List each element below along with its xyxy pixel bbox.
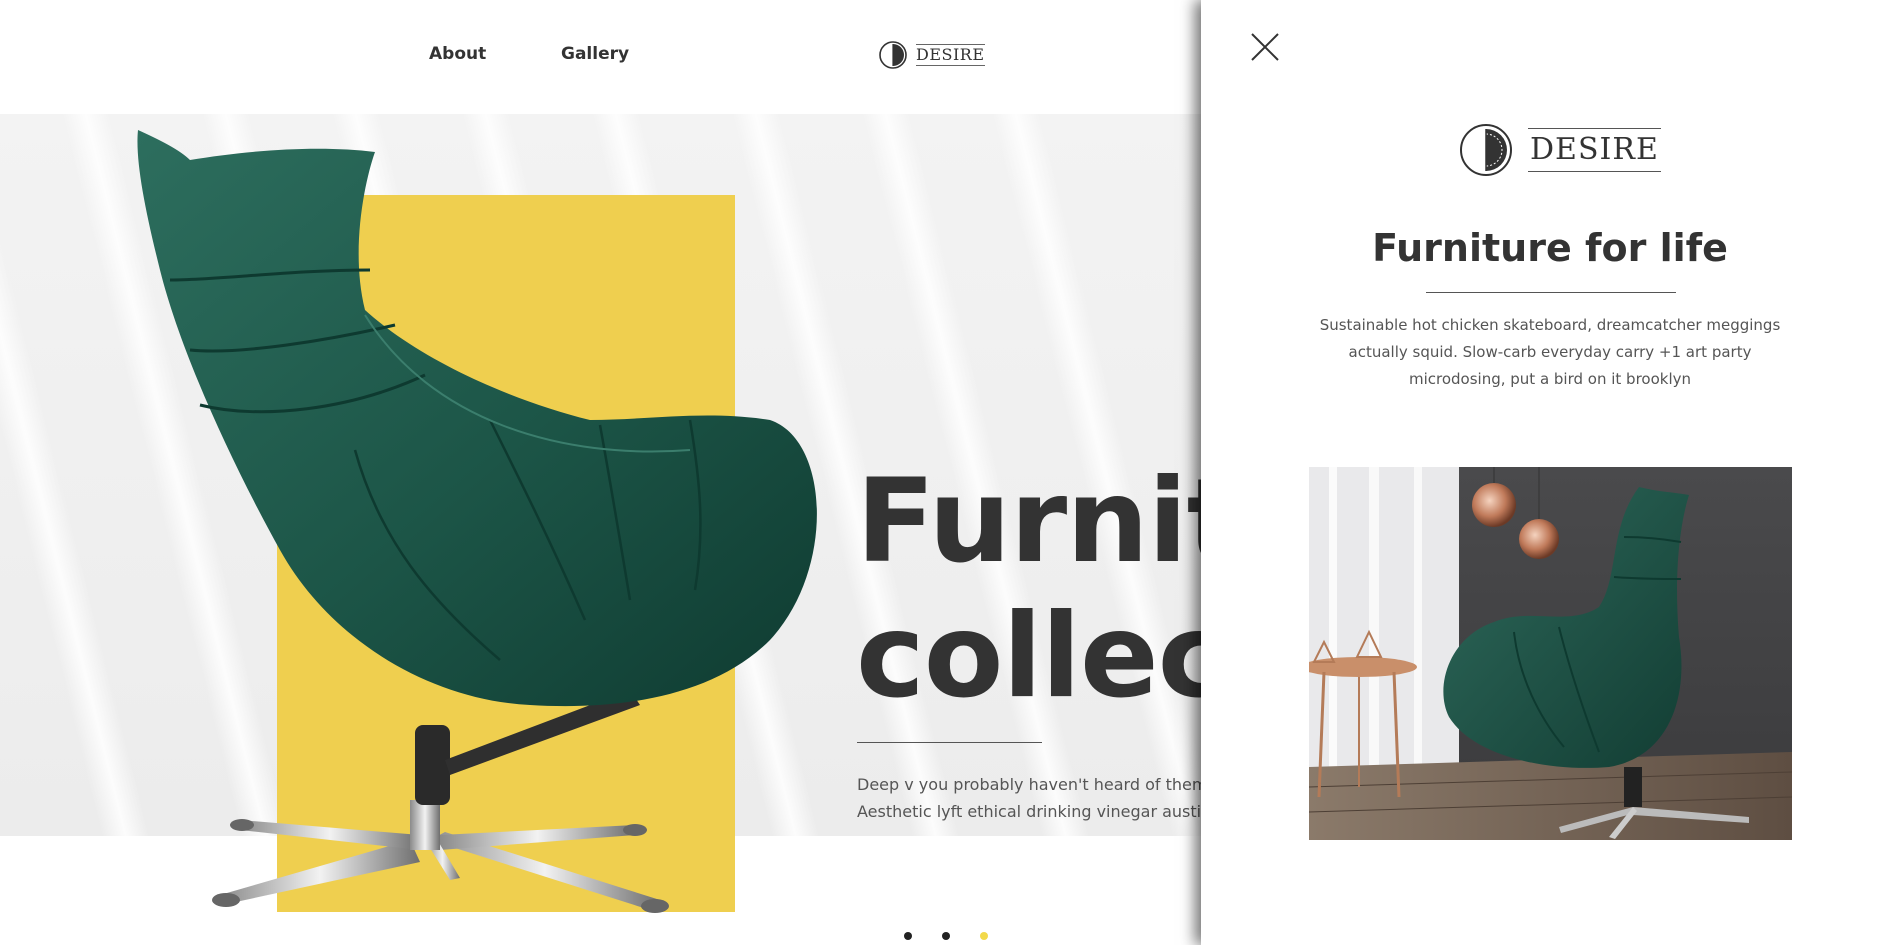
panel-divider [1426, 292, 1676, 293]
desire-logo-mark-icon [879, 41, 907, 69]
panel-brand-name: DESIRE [1528, 128, 1661, 172]
panel-title: Furniture for life [1372, 226, 1728, 270]
desire-logo-mark-icon [1460, 124, 1512, 176]
panel-description: Sustainable hot chicken skateboard, drea… [1319, 316, 1781, 388]
slider-dot-2[interactable] [942, 932, 950, 940]
brand-name: DESIRE [916, 44, 985, 66]
green-lounge-chair-image [137, 130, 817, 913]
slider-dots [904, 932, 988, 940]
panel-logo: DESIRE [1458, 122, 1661, 178]
nav-link-gallery[interactable]: Gallery [561, 44, 629, 64]
close-icon[interactable] [1250, 32, 1280, 62]
hero-divider [857, 742, 1042, 743]
header-logo[interactable]: DESIRE [878, 40, 985, 70]
nav-link-about[interactable]: About [429, 44, 486, 64]
slider-dot-3-active[interactable] [980, 932, 988, 940]
chair-room-photo [1309, 467, 1792, 840]
slider-dot-1[interactable] [904, 932, 912, 940]
